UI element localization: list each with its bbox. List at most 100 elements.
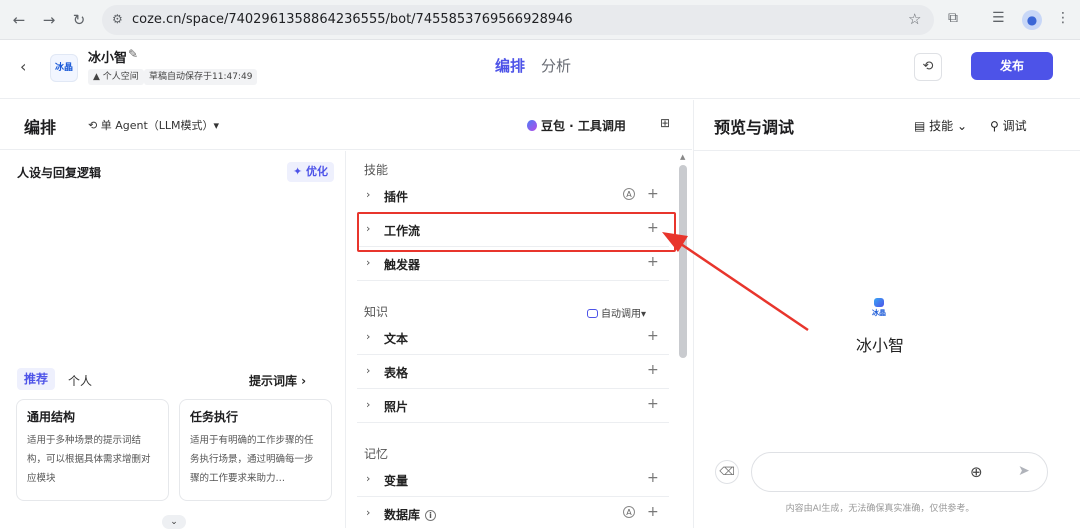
scroll-up-icon[interactable]: ▲ [680, 153, 685, 161]
memory-row-database[interactable]: › 数据库 i A + [357, 497, 669, 531]
debug-label: 调试 [1002, 119, 1027, 133]
address-bar[interactable]: ⚙ coze.cn/space/7402961358864236555/bot/… [102, 5, 934, 35]
persona-title: 人设与回复逻辑 [17, 166, 102, 180]
skills-panel: ▲ 技能 › 插件 A + › 工作流 + › 触发器 + 知识 自动调用▾ ›… [347, 151, 692, 528]
debug-button[interactable]: ⚲ 调试 [990, 117, 1027, 134]
site-settings-icon[interactable]: ⚙ [112, 12, 123, 26]
expand-chevron-icon[interactable]: ⌄ [162, 515, 186, 529]
section-memory: 记忆 [364, 447, 389, 461]
optimize-button[interactable]: ✦ 优化 [287, 162, 335, 182]
section-knowledge: 知识 [364, 305, 389, 319]
model-label: 豆包 · 工具调用 [541, 119, 626, 133]
add-text-icon[interactable]: + [647, 328, 659, 344]
add-table-icon[interactable]: + [647, 362, 659, 378]
preview-title: 预览与调试 [714, 118, 795, 137]
card-desc: 适用于有明确的工作步骤的任务执行场景，通过明确每一步骤的工作要求来助力… [190, 435, 314, 484]
model-select[interactable]: 豆包 · 工具调用 [527, 117, 626, 134]
persona-panel: 人设与回复逻辑 ✦ 优化 推荐 个人 提示词库 › 通用结构 适用于多种场景的提… [0, 151, 346, 529]
auto-call-icon [587, 309, 598, 318]
auto-call-select[interactable]: 自动调用▾ [587, 305, 646, 320]
back-chevron-icon[interactable]: ‹ [20, 57, 26, 76]
reading-list-icon[interactable]: ☰ [992, 10, 1005, 26]
tab-analysis[interactable]: 分析 [541, 55, 571, 76]
space-chip: ▲ 个人空间 [88, 69, 144, 85]
extensions-icon[interactable]: ⧉ [948, 10, 958, 26]
skill-row-trigger[interactable]: › 触发器 + [357, 247, 669, 281]
bot-avatar-text: 冰晶 [872, 309, 886, 317]
row-label: 变量 [384, 474, 409, 488]
chevron-right-icon: › [366, 330, 371, 343]
add-attachment-icon[interactable]: ⊕ [970, 463, 983, 481]
prompt-card-general[interactable]: 通用结构 适用于多种场景的提示词结构，可以根据具体需求增删对应模块 [16, 399, 169, 501]
auto-call-label: 自动调用▾ [601, 309, 647, 320]
clear-history-icon[interactable]: ⌫ [715, 460, 739, 484]
card-title: 任务执行 [190, 410, 239, 424]
card-desc: 适用于多种场景的提示词结构，可以根据具体需求增删对应模块 [27, 435, 151, 484]
arrange-pane: 编排 ⟲ 单 Agent（LLM模式）▾ 豆包 · 工具调用 ⊞ 人设与回复逻辑… [0, 100, 692, 529]
agent-mode-select[interactable]: ⟲ 单 Agent（LLM模式）▾ [88, 117, 219, 133]
bot-avatar: 冰晶 [871, 298, 887, 317]
memory-row-variable[interactable]: › 变量 + [357, 463, 669, 497]
reload-icon[interactable]: ↻ [68, 9, 90, 31]
chat-input[interactable] [766, 463, 966, 483]
publish-button[interactable]: 发布 [971, 52, 1053, 80]
chevron-right-icon: › [366, 188, 371, 201]
preview-pane: 预览与调试 ▤ 技能 ⌄ ⚲ 调试 冰晶 冰小智 ⌫ ⊕ ➤ 内容由AI生成，无… [693, 100, 1080, 528]
arrange-toolbar: 编排 ⟲ 单 Agent（LLM模式）▾ 豆包 · 工具调用 ⊞ [0, 100, 692, 150]
row-label: 文本 [384, 332, 409, 346]
divider [694, 150, 1080, 151]
prompt-card-task[interactable]: 任务执行 适用于有明确的工作步骤的任务执行场景，通过明确每一步骤的工作要求来助力… [179, 399, 332, 501]
doubao-icon [527, 120, 537, 131]
forward-arrow-icon[interactable]: → [38, 9, 60, 31]
bookmark-star-icon[interactable]: ☆ [908, 10, 921, 28]
bot-avatar-icon [874, 298, 884, 307]
auto-icon[interactable]: A [623, 188, 635, 200]
row-label: 照片 [384, 400, 409, 414]
chevron-right-icon: › [366, 364, 371, 377]
tab-recommended[interactable]: 推荐 [17, 368, 56, 390]
info-icon[interactable]: i [425, 510, 437, 521]
space-chip-label: 个人空间 [102, 72, 139, 82]
chevron-right-icon: › [366, 506, 371, 519]
profile-avatar-icon[interactable]: ● [1022, 10, 1042, 30]
add-trigger-icon[interactable]: + [647, 254, 659, 270]
bot-logo: 冰晶 [50, 54, 78, 82]
database-label: 数据库 [384, 508, 421, 522]
auto-icon[interactable]: A [623, 506, 635, 518]
row-label: 表格 [384, 366, 409, 380]
app-header: ‹ 冰晶 冰小智 ✎ ▲ 个人空间 草稿自动保存于11:47:49 编排 分析 … [0, 41, 1080, 99]
preview-bot-name: 冰小智 [855, 336, 904, 355]
knowledge-row-photo[interactable]: › 照片 + [357, 389, 669, 423]
knowledge-row-text[interactable]: › 文本 + [357, 321, 669, 355]
card-title: 通用结构 [27, 410, 76, 424]
bot-name: 冰小智 [88, 51, 128, 66]
ai-disclaimer: 内容由AI生成，无法确保真实准确，仅供参考。 [785, 504, 975, 514]
workflow-highlight-box [357, 212, 676, 252]
add-variable-icon[interactable]: + [647, 470, 659, 486]
prompt-library-link[interactable]: 提示词库 › [249, 372, 306, 389]
add-database-icon[interactable]: + [647, 504, 659, 520]
row-label: 数据库 i [384, 506, 437, 523]
skills-scrollbar[interactable] [679, 165, 687, 358]
chat-input-box[interactable]: ⊕ ➤ [751, 452, 1048, 492]
add-photo-icon[interactable]: + [647, 396, 659, 412]
layout-grid-icon[interactable]: ⊞ [660, 116, 670, 130]
url-text: coze.cn/space/7402961358864236555/bot/74… [132, 12, 573, 27]
browser-menu-icon[interactable]: ⋮ [1056, 10, 1070, 26]
chevron-right-icon: › [366, 256, 371, 269]
chevron-right-icon: › [366, 472, 371, 485]
tab-arrange[interactable]: 编排 [495, 55, 525, 76]
add-plugin-icon[interactable]: + [647, 186, 659, 202]
send-icon[interactable]: ➤ [1018, 463, 1030, 479]
skill-row-plugin[interactable]: › 插件 A + [357, 179, 669, 213]
back-arrow-icon[interactable]: ← [8, 9, 30, 31]
edit-pencil-icon[interactable]: ✎ [128, 47, 138, 61]
history-icon[interactable]: ⟲ [914, 53, 942, 81]
skill-dropdown[interactable]: ▤ 技能 ⌄ [914, 117, 967, 134]
skill-dropdown-label: 技能 ⌄ [929, 119, 968, 133]
knowledge-row-table[interactable]: › 表格 + [357, 355, 669, 389]
autosave-chip: 草稿自动保存于11:47:49 [144, 69, 258, 85]
agent-mode-label: 单 Agent（LLM模式）▾ [100, 119, 220, 132]
section-skills: 技能 [364, 163, 389, 177]
tab-personal[interactable]: 个人 [68, 372, 92, 389]
